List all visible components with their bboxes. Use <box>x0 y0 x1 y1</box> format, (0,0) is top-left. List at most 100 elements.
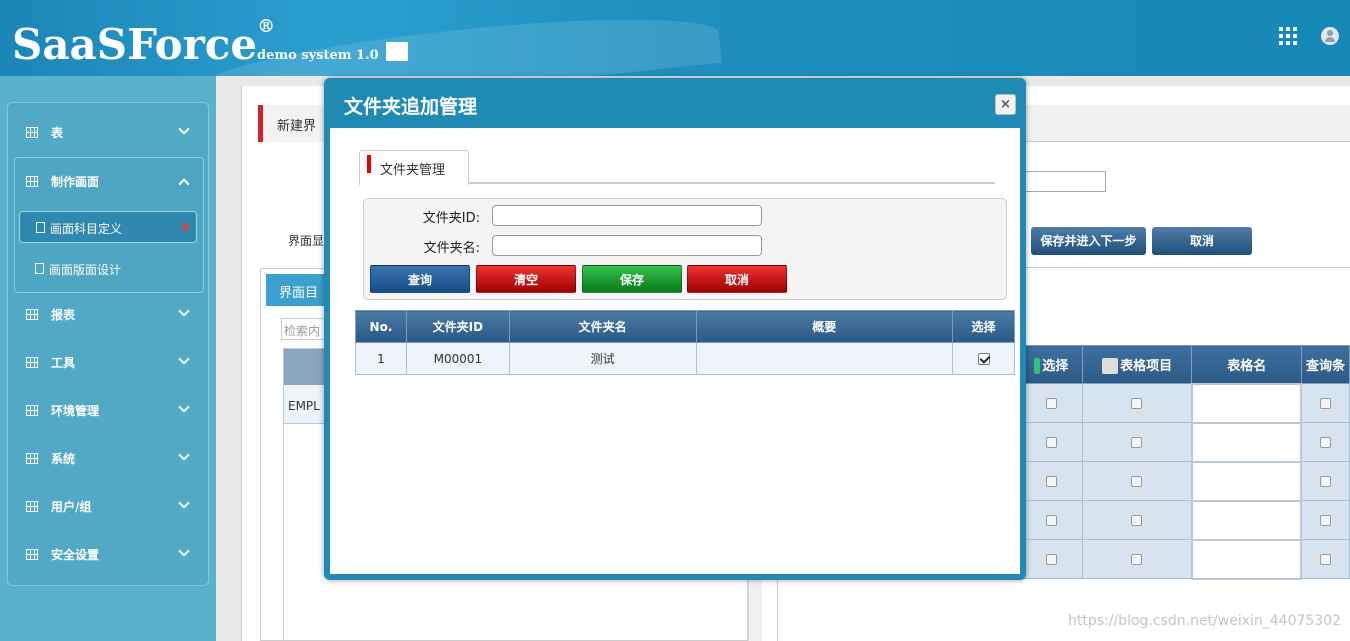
table-row <box>1020 538 1350 580</box>
table-header-query: 查询条 <box>1300 345 1350 384</box>
chevron-down-icon <box>178 401 190 413</box>
sidebar-subitem-screen-field-definition[interactable]: 画面科目定义 <box>19 211 197 243</box>
row-checkbox[interactable] <box>1320 475 1332 487</box>
sidebar-item-tools[interactable]: 工具 <box>8 343 208 383</box>
row-checkbox[interactable] <box>1320 514 1332 526</box>
cell-summary <box>695 342 954 375</box>
divider <box>1022 267 1350 268</box>
header-decoration <box>198 2 722 76</box>
sidebar-item-table[interactable]: 表 <box>8 113 208 153</box>
chevron-down-icon <box>178 545 190 557</box>
table-icon <box>26 405 38 416</box>
sidebar-item-label: 工具 <box>51 356 76 370</box>
sidebar-item-users-groups[interactable]: 用户/组 <box>8 487 208 527</box>
app-header: SaaSForce® demo system 1.0 <box>0 0 1350 76</box>
sidebar-item-system[interactable]: 系统 <box>8 439 208 479</box>
table-row <box>1020 460 1350 502</box>
document-icon <box>35 263 44 274</box>
background-input[interactable] <box>1020 171 1106 192</box>
table-header-folder-id: 文件夹ID <box>405 310 510 343</box>
row-checkbox[interactable] <box>1131 436 1143 448</box>
sidebar-item-label: 用户/组 <box>51 500 92 514</box>
app-logo: SaaSForce® <box>12 16 276 69</box>
table-icon <box>26 176 38 187</box>
divider <box>283 424 284 641</box>
tab-screen-items[interactable]: 界面目 <box>266 274 326 306</box>
row-checkbox[interactable] <box>1131 397 1143 409</box>
folder-name-input[interactable] <box>492 235 762 256</box>
sidebar-item-reports[interactable]: 报表 <box>8 295 208 335</box>
row-checkbox[interactable] <box>1131 475 1143 487</box>
row-checkbox[interactable] <box>1320 553 1332 565</box>
tab-label: 文件夹管理 <box>380 163 446 178</box>
table-icon <box>26 453 38 464</box>
table-cell[interactable] <box>1190 421 1303 463</box>
row-checkbox[interactable] <box>1320 436 1332 448</box>
sidebar-item-security[interactable]: 安全设置 <box>8 535 208 575</box>
save-button[interactable]: 保存 <box>582 265 682 293</box>
sidebar-item-label: 安全设置 <box>51 548 100 562</box>
close-icon[interactable]: × <box>995 94 1016 115</box>
background-cancel-button[interactable]: 取消 <box>1152 227 1252 255</box>
search-input[interactable]: 检索内 <box>281 318 326 340</box>
sidebar: 表 制作画面 画面科目定义 画面版面设计 报表 工具 环境管理 系统 用户/组 <box>7 102 209 586</box>
sidebar-item-label: 环境管理 <box>51 404 100 418</box>
cancel-button[interactable]: 取消 <box>687 265 787 293</box>
dialog-body: 文件夹管理 文件夹ID: 文件夹名: 查询 清空 保存 取消 No. 文件夹ID… <box>330 128 1020 574</box>
left-grid: EMPL <box>283 348 328 424</box>
row-checkbox[interactable] <box>1045 436 1057 448</box>
sidebar-subitem-label: 画面科目定义 <box>50 222 123 236</box>
watermark: https://blog.csdn.net/weixin_44075302 <box>1068 613 1342 629</box>
cell-select <box>952 342 1015 375</box>
table-row <box>1020 499 1350 541</box>
table-header-no: No. <box>355 310 407 343</box>
grid-header <box>284 349 327 385</box>
row-checkbox[interactable] <box>1320 397 1332 409</box>
chevron-down-icon <box>178 449 190 461</box>
background-field-table: 选择 表格项目 表格名 查询条 <box>1020 345 1350 580</box>
window-icon[interactable] <box>386 42 408 61</box>
folder-name-label: 文件夹名: <box>423 241 480 256</box>
search-form: 文件夹ID: 文件夹名: 查询 清空 保存 取消 <box>363 198 1007 300</box>
sidebar-item-environment[interactable]: 环境管理 <box>8 391 208 431</box>
table-cell[interactable] <box>1190 382 1303 424</box>
table-header-folder-name: 文件夹名 <box>508 310 697 343</box>
right-content-box <box>777 580 1350 641</box>
toolbar-strip <box>1024 105 1350 142</box>
sidebar-subitem-label: 画面版面设计 <box>49 263 122 277</box>
sidebar-item-screen-making[interactable]: 制作画面 <box>8 162 208 202</box>
table-cell[interactable] <box>1190 460 1303 502</box>
table-header-field: 表格项目 <box>1081 345 1193 384</box>
sidebar-item-label: 报表 <box>51 308 76 322</box>
app-version: demo system 1.0 <box>257 48 379 63</box>
sidebar-subitem-screen-layout-design[interactable]: 画面版面设计 <box>19 253 197 285</box>
folder-id-input[interactable] <box>492 205 762 226</box>
row-checkbox[interactable] <box>1045 514 1057 526</box>
tab-accent <box>367 155 371 173</box>
chevron-up-icon <box>178 178 190 190</box>
save-and-next-button[interactable]: 保存并进入下一步 <box>1031 227 1146 255</box>
apps-grid-icon[interactable] <box>1279 27 1297 45</box>
row-checkbox[interactable] <box>1131 553 1143 565</box>
row-checkbox[interactable] <box>1045 475 1057 487</box>
scrollbar[interactable] <box>748 580 762 641</box>
cell-folder-name: 测试 <box>508 342 697 375</box>
sidebar-item-label: 系统 <box>51 452 76 466</box>
table-header-summary: 概要 <box>695 310 954 343</box>
tab-folder-management[interactable]: 文件夹管理 <box>359 150 469 185</box>
sidebar-item-label: 表 <box>51 126 64 140</box>
sidebar-item-label: 制作画面 <box>51 175 100 189</box>
user-avatar-icon[interactable] <box>1321 27 1339 45</box>
table-cell[interactable] <box>1190 538 1303 580</box>
select-all-checkbox[interactable] <box>1102 358 1119 375</box>
row-checkbox[interactable] <box>1045 397 1057 409</box>
clear-button[interactable]: 清空 <box>476 265 576 293</box>
row-checkbox[interactable] <box>1131 514 1143 526</box>
table-cell[interactable] <box>1190 499 1303 541</box>
row-checkbox[interactable] <box>1045 553 1057 565</box>
query-button[interactable]: 查询 <box>370 265 470 293</box>
table-icon <box>26 127 38 138</box>
table-row <box>1020 382 1350 424</box>
table-row[interactable]: 1 M00001 测试 <box>355 342 1015 375</box>
row-select-checkbox[interactable] <box>977 353 990 365</box>
